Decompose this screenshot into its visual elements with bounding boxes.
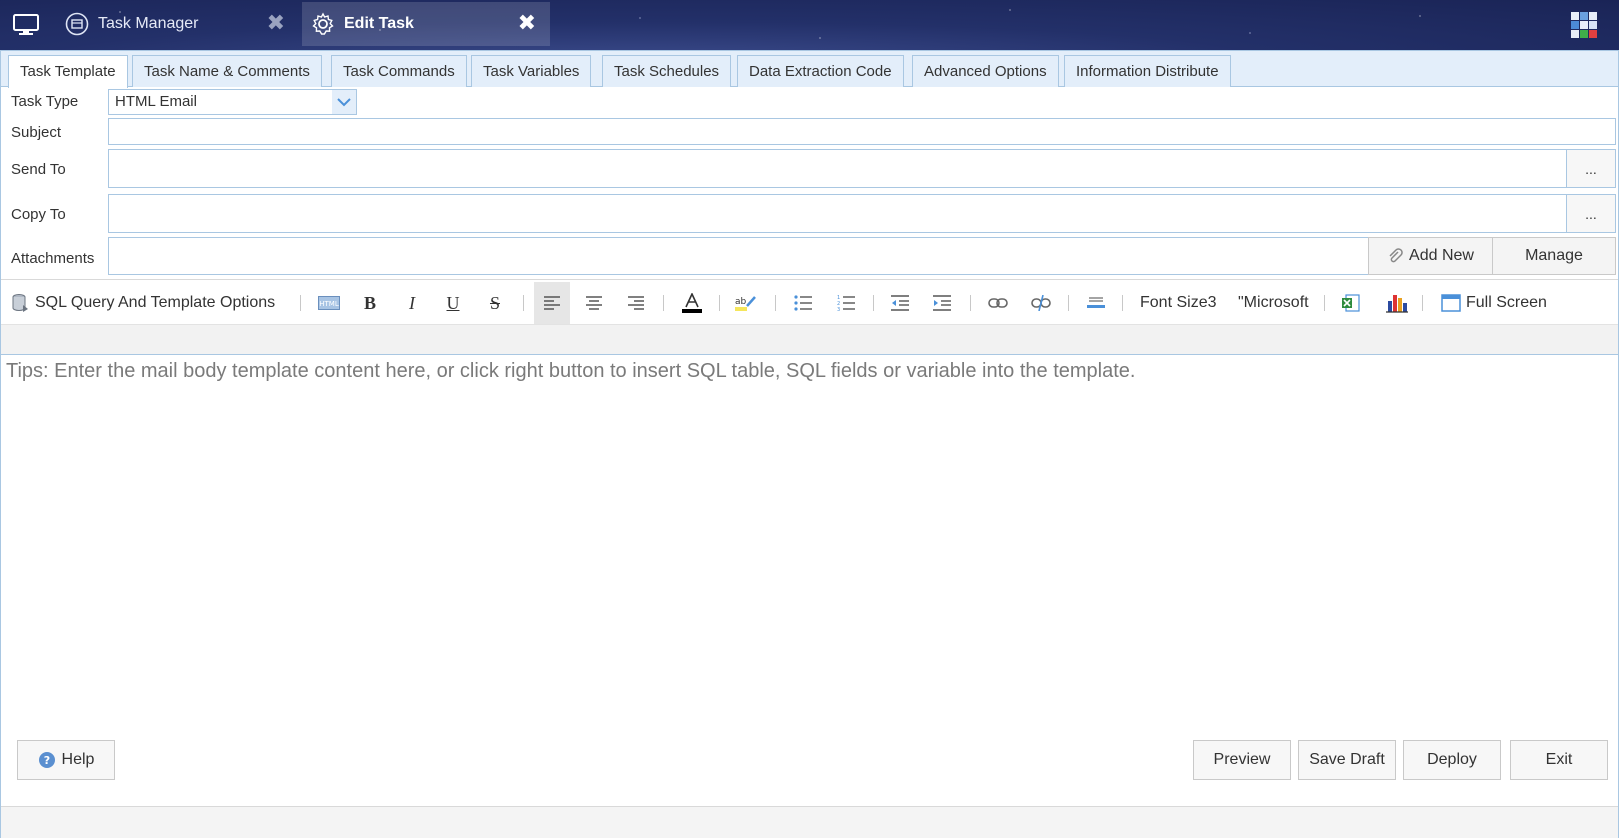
svg-text:ab: ab — [735, 297, 747, 307]
tab-strip: Task Template Task Name & Comments Task … — [1, 51, 1618, 88]
align-left-icon[interactable] — [534, 282, 570, 324]
italic-icon[interactable]: I — [401, 288, 423, 318]
chart-icon[interactable] — [1385, 288, 1409, 318]
task-type-select[interactable]: HTML Email — [108, 89, 357, 115]
align-center-icon[interactable] — [583, 288, 605, 318]
subject-field[interactable] — [108, 118, 1616, 145]
add-new-attachment-button[interactable]: Add New — [1368, 237, 1493, 275]
toolbar-divider — [873, 295, 874, 311]
copy-to-input[interactable] — [109, 195, 1566, 232]
app-logo-icon — [1569, 10, 1599, 40]
toolbar-divider — [1068, 295, 1069, 311]
outdent-icon[interactable] — [889, 288, 911, 318]
close-icon[interactable]: ✖ — [267, 12, 285, 34]
underline-icon[interactable]: U — [442, 288, 464, 318]
footer-bar — [1, 806, 1618, 838]
toolbar-divider — [1422, 295, 1423, 311]
svg-text:HTML: HTML — [319, 300, 339, 308]
attachments-field[interactable] — [108, 237, 1369, 275]
sql-options-label: SQL Query And Template Options — [35, 294, 276, 311]
full-screen-button[interactable]: Full Screen — [1441, 288, 1547, 318]
window-icon — [1441, 294, 1461, 312]
editor-tips-text: Tips: Enter the mail body template conte… — [6, 360, 1136, 382]
toolbar-divider — [970, 295, 971, 311]
font-size-select[interactable]: Font Size3 — [1140, 288, 1216, 318]
send-to-input[interactable] — [109, 150, 1566, 187]
edit-task-panel: Task Template Task Name & Comments Task … — [0, 50, 1619, 838]
window-tab-label: Task Manager — [98, 15, 199, 32]
bullet-list-icon[interactable] — [792, 288, 814, 318]
numbered-list-icon[interactable]: 123 — [835, 288, 857, 318]
manage-attachments-button[interactable]: Manage — [1492, 237, 1616, 275]
svg-text:3: 3 — [837, 307, 840, 311]
attachments-input[interactable] — [109, 238, 1368, 274]
help-label: Help — [61, 751, 95, 768]
preview-button[interactable]: Preview — [1193, 740, 1291, 780]
subject-input[interactable] — [109, 119, 1615, 144]
copy-to-field[interactable] — [108, 194, 1567, 233]
tab-data-extraction-code[interactable]: Data Extraction Code — [737, 55, 904, 87]
copy-to-label: Copy To — [11, 206, 66, 223]
font-color-icon[interactable] — [680, 288, 704, 318]
send-to-field[interactable] — [108, 149, 1567, 188]
toolbar-divider — [775, 295, 776, 311]
database-icon — [11, 293, 29, 313]
exit-button[interactable]: Exit — [1510, 740, 1608, 780]
editor-toolbar: SQL Query And Template Options HTML B I … — [1, 279, 1618, 325]
task-manager-icon — [64, 11, 90, 37]
full-screen-label: Full Screen — [1466, 294, 1547, 311]
send-to-browse-button[interactable]: ... — [1566, 149, 1616, 188]
indent-icon[interactable] — [931, 288, 953, 318]
unlink-icon[interactable] — [1030, 288, 1052, 318]
attachments-label: Attachments — [11, 250, 95, 267]
send-to-label: Send To — [11, 161, 66, 178]
close-icon[interactable]: ✖ — [518, 12, 536, 34]
desktop-icon[interactable] — [12, 12, 40, 38]
toolbar-divider — [300, 295, 301, 311]
deploy-button[interactable]: Deploy — [1403, 740, 1501, 780]
gear-icon — [310, 11, 336, 37]
horizontal-rule-icon[interactable] — [1085, 288, 1107, 318]
add-new-label: Add New — [1409, 247, 1474, 264]
task-type-label: Task Type — [11, 93, 79, 110]
link-icon[interactable] — [987, 288, 1009, 318]
window-tab-edit-task[interactable]: Edit Task ✖ — [302, 2, 550, 46]
html-icon[interactable]: HTML — [317, 288, 341, 318]
help-button[interactable]: ? Help — [17, 740, 115, 780]
toolbar-divider — [523, 295, 524, 311]
tab-task-template[interactable]: Task Template — [8, 55, 128, 88]
tab-task-schedules[interactable]: Task Schedules — [602, 55, 732, 87]
tab-advanced-options[interactable]: Advanced Options — [912, 55, 1059, 87]
tab-information-distribute[interactable]: Information Distribute — [1064, 55, 1231, 87]
save-draft-button[interactable]: Save Draft — [1298, 740, 1396, 780]
sql-options-button[interactable]: SQL Query And Template Options — [11, 288, 275, 318]
svg-text:?: ? — [43, 754, 49, 767]
window-tab-label: Edit Task — [344, 15, 414, 32]
window-title-bar: Task Manager ✖ Edit Task ✖ — [0, 0, 1619, 50]
highlight-icon[interactable]: ab — [734, 288, 758, 318]
toolbar-divider — [719, 295, 720, 311]
subject-label: Subject — [11, 124, 62, 141]
align-right-icon[interactable] — [625, 288, 647, 318]
paperclip-icon — [1387, 248, 1403, 264]
tab-task-variables[interactable]: Task Variables — [471, 55, 592, 87]
copy-to-browse-button[interactable]: ... — [1566, 194, 1616, 233]
template-editor[interactable]: Tips: Enter the mail body template conte… — [1, 356, 1618, 806]
toolbar-divider — [663, 295, 664, 311]
tab-task-name-comments[interactable]: Task Name & Comments — [132, 55, 322, 87]
task-type-value: HTML Email — [115, 93, 197, 110]
tab-task-commands[interactable]: Task Commands — [331, 55, 467, 87]
font-name-select[interactable]: "Microsoft — [1238, 288, 1309, 318]
toolbar-divider — [1324, 295, 1325, 311]
editor-status-strip — [1, 325, 1618, 355]
window-tab-task-manager[interactable]: Task Manager ✖ — [56, 2, 299, 46]
strikethrough-icon[interactable]: S — [484, 288, 506, 318]
toolbar-divider — [1122, 295, 1123, 311]
bold-icon[interactable]: B — [359, 288, 381, 318]
help-icon: ? — [38, 751, 56, 769]
excel-icon[interactable] — [1340, 288, 1362, 318]
chevron-down-icon[interactable] — [332, 90, 356, 114]
